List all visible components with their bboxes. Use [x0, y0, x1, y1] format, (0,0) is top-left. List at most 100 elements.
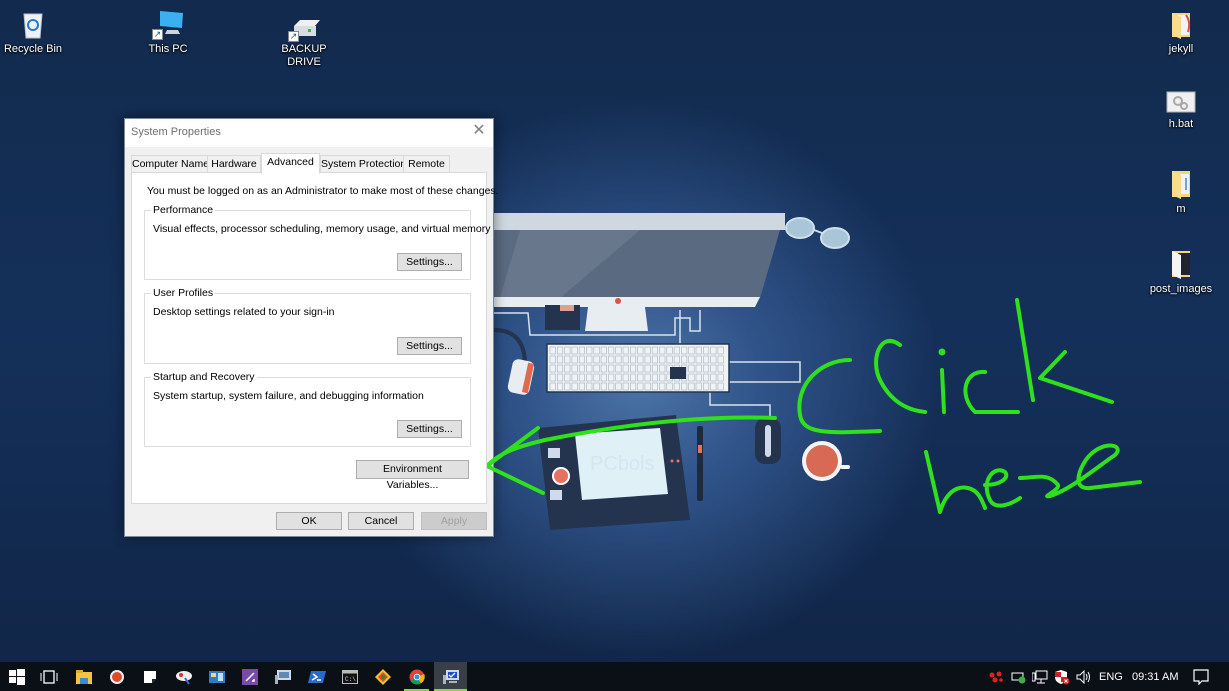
group-label: Startup and Recovery	[151, 371, 257, 383]
wallpaper-headphones	[493, 328, 535, 395]
chrome-icon	[409, 669, 425, 684]
group-label: User Profiles	[151, 287, 216, 299]
network-icon	[1032, 670, 1048, 683]
taskbar-app-recorder[interactable]	[100, 662, 133, 691]
desktop-icon-m[interactable]: m	[1143, 168, 1219, 216]
task-view-icon	[40, 669, 57, 684]
group-description: Desktop settings related to your sign-in	[153, 306, 335, 318]
system-properties-icon	[442, 669, 459, 684]
taskbar-app-command-prompt[interactable]: C:\	[333, 662, 366, 691]
tray-icon-volume[interactable]	[1076, 662, 1092, 691]
taskbar-app-notes[interactable]	[133, 662, 166, 691]
desktop-icon-label: Recycle Bin	[3, 43, 63, 55]
input-language[interactable]: ENG	[1099, 662, 1123, 691]
taskbar-app-file-explorer[interactable]	[67, 662, 100, 691]
svg-text:C:\: C:\	[345, 676, 356, 683]
volume-icon	[1076, 669, 1090, 684]
security-shield-icon	[1055, 669, 1070, 684]
power-icon	[1011, 672, 1026, 683]
desktop-icon-label: BACKUP	[281, 43, 327, 55]
desktop-icon-h-bat[interactable]: h.bat	[1143, 89, 1219, 131]
ok-button[interactable]: OK	[276, 512, 342, 530]
remote-desktop-icon	[274, 669, 291, 684]
wallpaper-coffee	[802, 441, 850, 481]
group-performance: Performance Visual effects, processor sc…	[144, 204, 491, 280]
tab-hardware[interactable]: Hardware	[207, 155, 261, 173]
cmd-icon: C:\	[341, 669, 358, 684]
taskbar: C:\ ENG 09:31 AM	[0, 662, 1229, 691]
dialog-titlebar[interactable]: System Properties ✕	[125, 119, 493, 147]
taskbar-app-visual-studio[interactable]	[233, 662, 266, 691]
taskbar-app-git[interactable]	[366, 662, 399, 691]
desktop-icon-backup-drive[interactable]: ↗ BACKUP DRIVE	[266, 18, 342, 69]
performance-settings-button[interactable]: Settings...	[397, 253, 462, 271]
startup-recovery-settings-button[interactable]: Settings...	[397, 420, 462, 438]
admin-note: You must be logged on as an Administrato…	[147, 185, 499, 197]
group-label: Performance	[151, 204, 216, 216]
user-profiles-settings-button[interactable]: Settings...	[397, 337, 462, 355]
taskbar-app-remote-desktop[interactable]	[266, 662, 299, 691]
cancel-button[interactable]: Cancel	[348, 512, 414, 530]
taskbar-app-control-panel[interactable]	[200, 662, 233, 691]
network-share-icon	[989, 671, 1003, 682]
visual-studio-icon	[241, 668, 258, 685]
environment-variables-button[interactable]: Environment Variables...	[356, 460, 469, 491]
wallpaper-keyboard	[546, 343, 730, 393]
desktop-icon-label: DRIVE	[287, 56, 321, 68]
control-panel-icon	[208, 670, 225, 683]
group-user-profiles: User Profiles Desktop settings related t…	[144, 287, 471, 364]
clock[interactable]: 09:31 AM	[1132, 662, 1178, 691]
wallpaper-glasses	[785, 217, 850, 249]
task-view-button[interactable]	[32, 662, 65, 691]
close-icon[interactable]: ✕	[465, 119, 493, 145]
folder-icon	[1165, 168, 1197, 200]
wallpaper-mouse	[755, 418, 781, 464]
taskbar-app-system-properties[interactable]	[434, 662, 467, 691]
tab-advanced[interactable]: Advanced	[261, 153, 320, 174]
group-description: Visual effects, processor scheduling, me…	[153, 223, 491, 235]
tray-icon-network-red[interactable]	[988, 662, 1004, 691]
wallpaper-pen	[697, 426, 703, 501]
powershell-icon	[307, 670, 326, 683]
desktop-icon-jekyll[interactable]: jekyll	[1143, 8, 1219, 56]
desktop-icon-label: m	[1176, 203, 1186, 215]
wallpaper-monitor	[494, 213, 785, 331]
taskbar-app-powershell[interactable]	[300, 662, 333, 691]
desktop-icon-label: jekyll	[1168, 43, 1194, 55]
desktop-icon-recycle-bin[interactable]: Recycle Bin	[0, 8, 71, 56]
recycle-bin-icon	[17, 8, 49, 40]
taskbar-app-paint[interactable]	[167, 662, 200, 691]
taskbar-app-chrome[interactable]	[400, 662, 433, 691]
folder-icon	[75, 669, 92, 684]
wallpaper-watermark: PCbols	[590, 453, 654, 475]
tab-system-protection[interactable]: System Protection	[320, 155, 406, 173]
drive-icon: ↗	[288, 18, 320, 42]
start-button[interactable]	[0, 662, 33, 691]
advanced-tab-panel: You must be logged on as an Administrato…	[131, 172, 499, 504]
desktop-icon-label: This PC	[148, 43, 188, 55]
action-center-button[interactable]	[1193, 662, 1209, 691]
desktop-icon-label: h.bat	[1168, 118, 1194, 130]
notification-icon	[1193, 668, 1209, 685]
desktop-icon-this-pc[interactable]: ↗ This PC	[130, 8, 206, 56]
dialog-title: System Properties	[131, 126, 221, 138]
shortcut-arrow-icon: ↗	[152, 29, 163, 40]
desktop-icon-post-images[interactable]: post_images	[1143, 248, 1219, 296]
folder-icon	[1165, 248, 1197, 280]
tray-icon-security[interactable]	[1054, 662, 1070, 691]
computer-icon: ↗	[152, 8, 184, 40]
git-icon	[374, 668, 391, 685]
group-startup-recovery: Startup and Recovery System startup, sys…	[144, 371, 471, 447]
sticky-note-icon	[143, 670, 156, 683]
system-properties-dialog: System Properties ✕ Computer Name Hardwa…	[124, 118, 499, 537]
windows-logo-icon	[8, 668, 25, 685]
shortcut-arrow-icon: ↗	[288, 31, 299, 42]
desktop-icon-label: post_images	[1149, 283, 1213, 295]
tray-icon-network[interactable]	[1032, 662, 1048, 691]
tab-remote[interactable]: Remote	[403, 155, 450, 173]
desktop: PCbols Recycle Bin ↗ This PC ↗ BACKUP DR…	[0, 0, 1229, 662]
batch-file-icon	[1165, 89, 1197, 115]
tab-computer-name[interactable]: Computer Name	[131, 155, 209, 173]
tray-icon-battery[interactable]	[1011, 662, 1027, 691]
apply-button: Apply	[421, 512, 487, 530]
